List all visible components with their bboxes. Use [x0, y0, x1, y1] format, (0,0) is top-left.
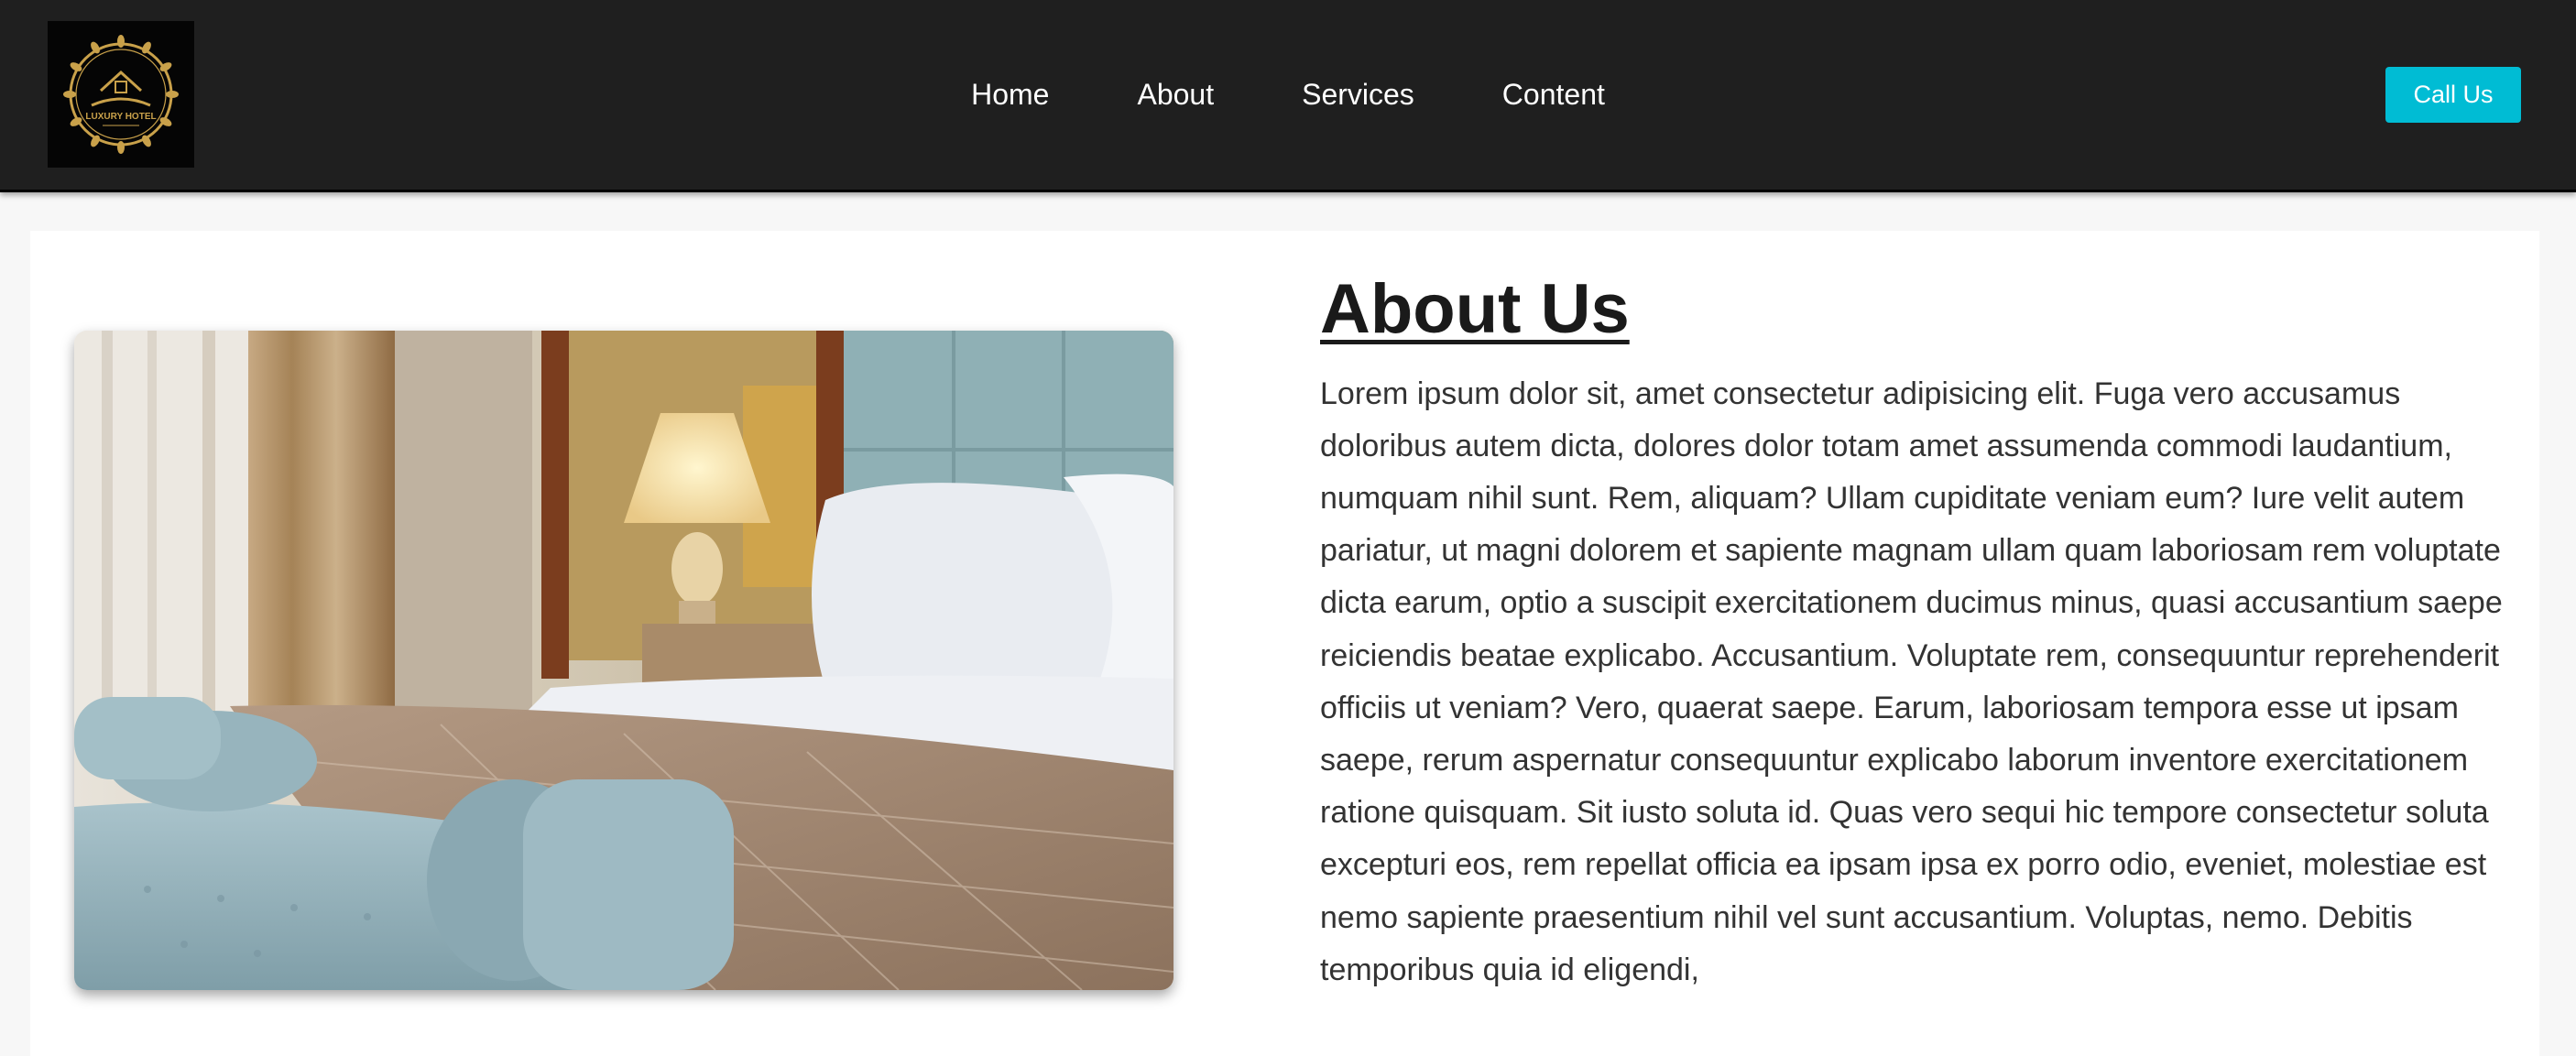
- main-nav: Home About Services Content: [0, 0, 2576, 190]
- about-text-block: About Us Lorem ipsum dolor sit, amet con…: [1320, 271, 2520, 996]
- about-title: About Us: [1320, 270, 1630, 348]
- about-paragraph: Lorem ipsum dolor sit, amet consectetur …: [1320, 376, 2503, 987]
- nav-services[interactable]: Services: [1302, 78, 1414, 112]
- logo[interactable]: LUXURY HOTEL: [48, 21, 194, 168]
- nav-about[interactable]: About: [1137, 78, 1214, 112]
- nav-home[interactable]: Home: [971, 78, 1049, 112]
- call-us-button[interactable]: Call Us: [2385, 67, 2521, 123]
- nav-content[interactable]: Content: [1502, 78, 1605, 112]
- hotel-bedroom-photo: [74, 331, 1173, 990]
- house-wreath-icon: LUXURY HOTEL: [48, 21, 194, 168]
- navbar: LUXURY HOTEL Home About Services Content…: [0, 0, 2576, 192]
- logo-text: LUXURY HOTEL: [85, 112, 156, 122]
- about-section: About Us Lorem ipsum dolor sit, amet con…: [30, 231, 2539, 1056]
